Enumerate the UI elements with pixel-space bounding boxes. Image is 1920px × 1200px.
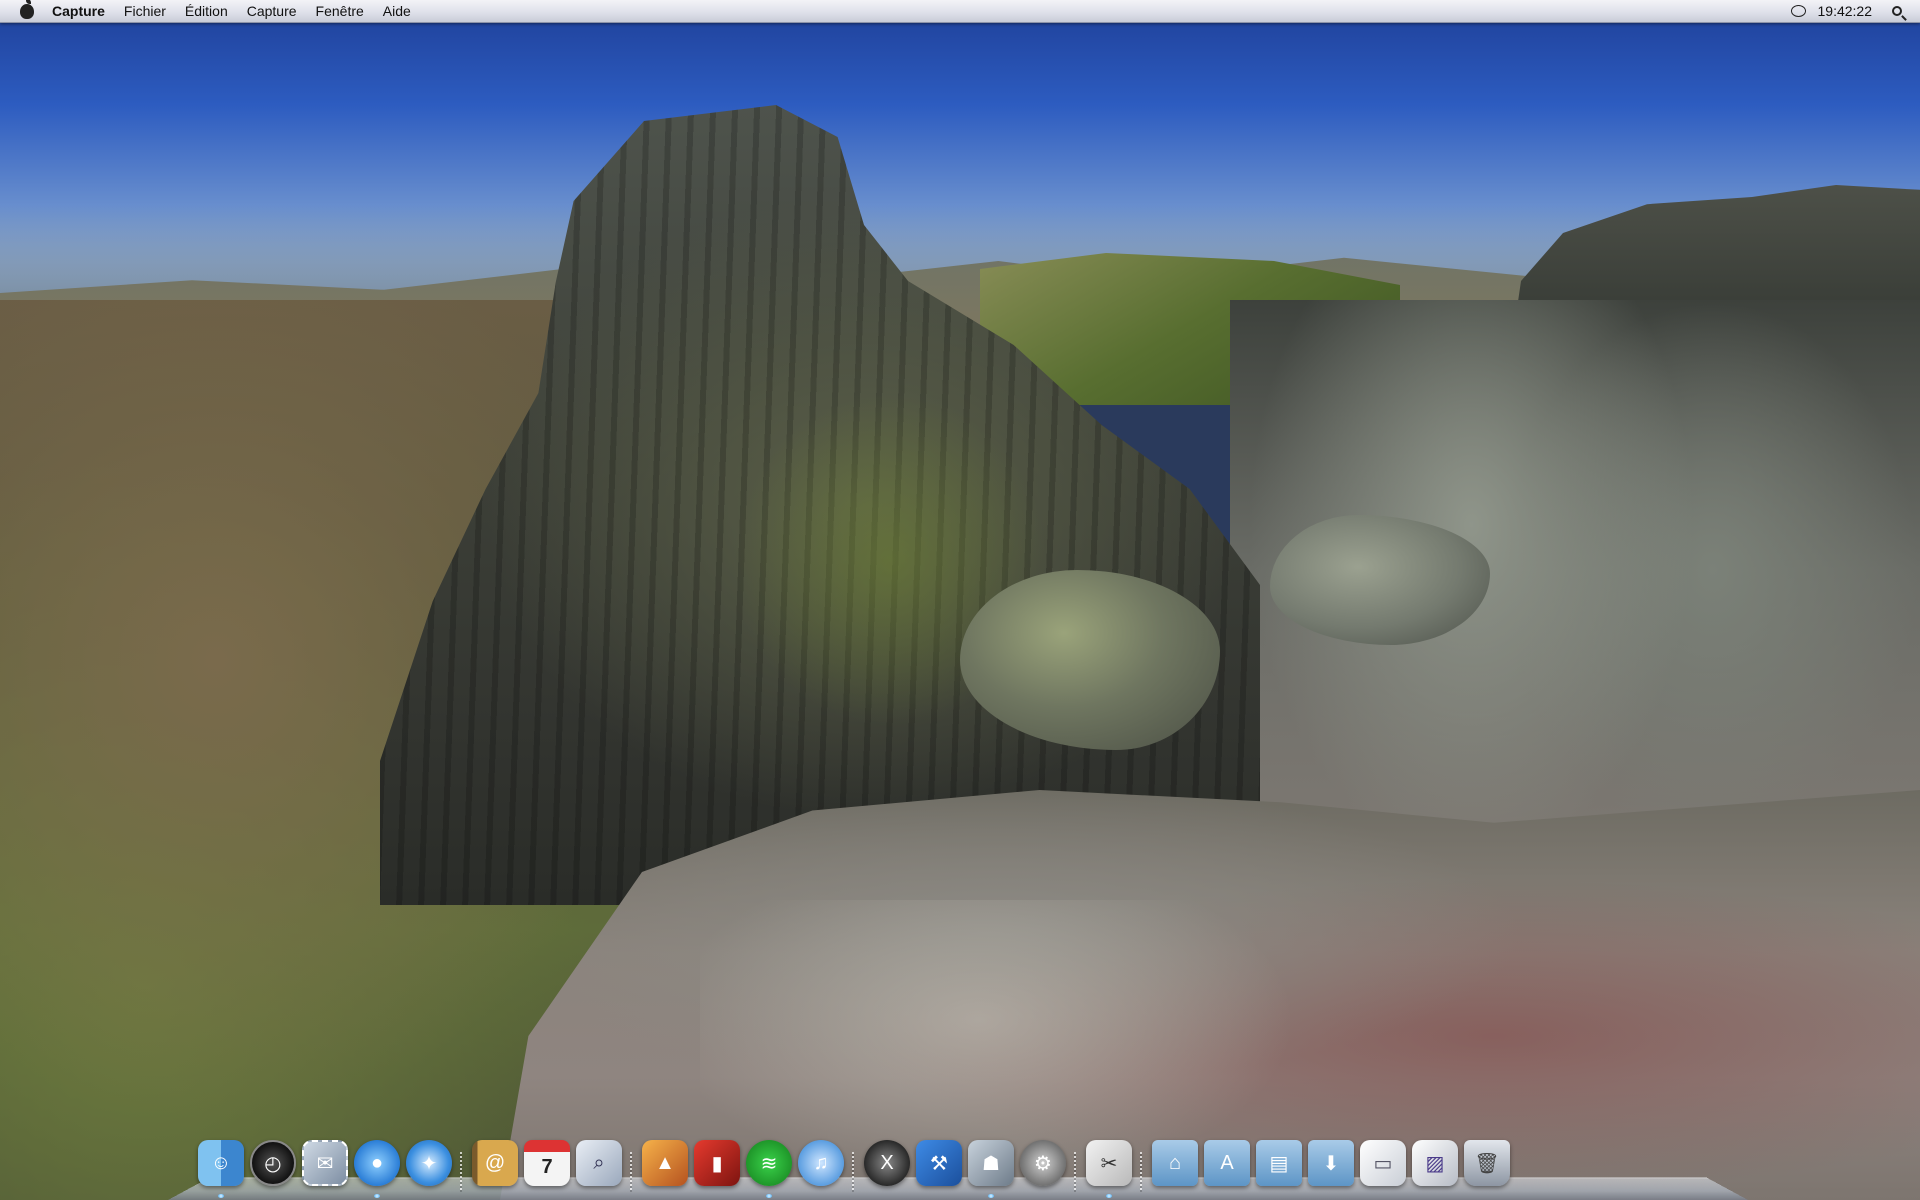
- grapher-icon[interactable]: ✂: [1086, 1140, 1132, 1186]
- running-indicator: [766, 1194, 772, 1198]
- notification-icon[interactable]: [1790, 5, 1806, 17]
- wallpaper-boulder-right: [1270, 515, 1490, 645]
- desktop-wallpaper: [0, 0, 1920, 1200]
- running-indicator: [374, 1194, 380, 1198]
- menu-app-name[interactable]: Capture: [52, 3, 105, 19]
- safari-icon[interactable]: ✦: [406, 1140, 452, 1186]
- screenshot-stack-icon[interactable]: ▭: [1360, 1140, 1406, 1186]
- apple-menu-icon[interactable]: [20, 0, 34, 19]
- spotlight-search-icon[interactable]: [1892, 6, 1902, 16]
- dashboard-icon[interactable]: ◴: [250, 1140, 296, 1186]
- documents-folder-icon[interactable]: ▤: [1256, 1140, 1302, 1186]
- preview-icon[interactable]: ⌕: [576, 1140, 622, 1186]
- iphoto-icon[interactable]: ▲: [642, 1140, 688, 1186]
- menu-fenetre[interactable]: Fenêtre: [316, 3, 364, 19]
- system-preferences-icon[interactable]: ⚙: [1020, 1140, 1066, 1186]
- dock-separator: [460, 1152, 462, 1192]
- menu-bar: Capture Fichier Édition Capture Fenêtre …: [0, 0, 1920, 23]
- applications-folder-icon[interactable]: ⌂: [1152, 1140, 1198, 1186]
- menu-edition[interactable]: Édition: [185, 3, 228, 19]
- dock-separator: [1140, 1152, 1142, 1192]
- running-indicator: [1106, 1194, 1112, 1198]
- menu-clock[interactable]: 19:42:22: [1818, 3, 1873, 19]
- downloads-folder-icon[interactable]: ⬇: [1308, 1140, 1354, 1186]
- finder-icon[interactable]: ☺: [198, 1140, 244, 1186]
- dock: ☺ ◴ ✉ ● ✦ @ 7 ⌕ ▲ ▮ ≋ ♫ X ⚒ ☗ ⚙ ✂ ⌂ A ▤ …: [168, 1140, 1748, 1200]
- calendar-header: [524, 1140, 570, 1152]
- menu-capture[interactable]: Capture: [247, 3, 297, 19]
- itunes-icon[interactable]: ♫: [798, 1140, 844, 1186]
- spotify-icon[interactable]: ≋: [746, 1140, 792, 1186]
- trash-icon[interactable]: 🗑: [1464, 1140, 1510, 1186]
- menu-extras: 19:42:22: [1790, 3, 1920, 19]
- dock-separator: [1074, 1152, 1076, 1192]
- photo-booth-icon[interactable]: ▮: [694, 1140, 740, 1186]
- screenshot-stack-2-icon[interactable]: ▨: [1412, 1140, 1458, 1186]
- running-indicator: [218, 1194, 224, 1198]
- osx-x-icon[interactable]: X: [864, 1140, 910, 1186]
- calendar-icon[interactable]: 7: [524, 1140, 570, 1186]
- xcode-icon[interactable]: ⚒: [916, 1140, 962, 1186]
- menu-fichier[interactable]: Fichier: [124, 3, 166, 19]
- running-indicator: [988, 1194, 994, 1198]
- dock-separator: [852, 1152, 854, 1192]
- calendar-day: 7: [541, 1155, 553, 1178]
- mail-stamp-icon[interactable]: ✉: [302, 1140, 348, 1186]
- app-store-folder-icon[interactable]: A: [1204, 1140, 1250, 1186]
- facetime-icon[interactable]: ●: [354, 1140, 400, 1186]
- menu-aide[interactable]: Aide: [383, 3, 411, 19]
- address-book-icon[interactable]: @: [472, 1140, 518, 1186]
- dock-separator: [630, 1152, 632, 1192]
- automator-icon[interactable]: ☗: [968, 1140, 1014, 1186]
